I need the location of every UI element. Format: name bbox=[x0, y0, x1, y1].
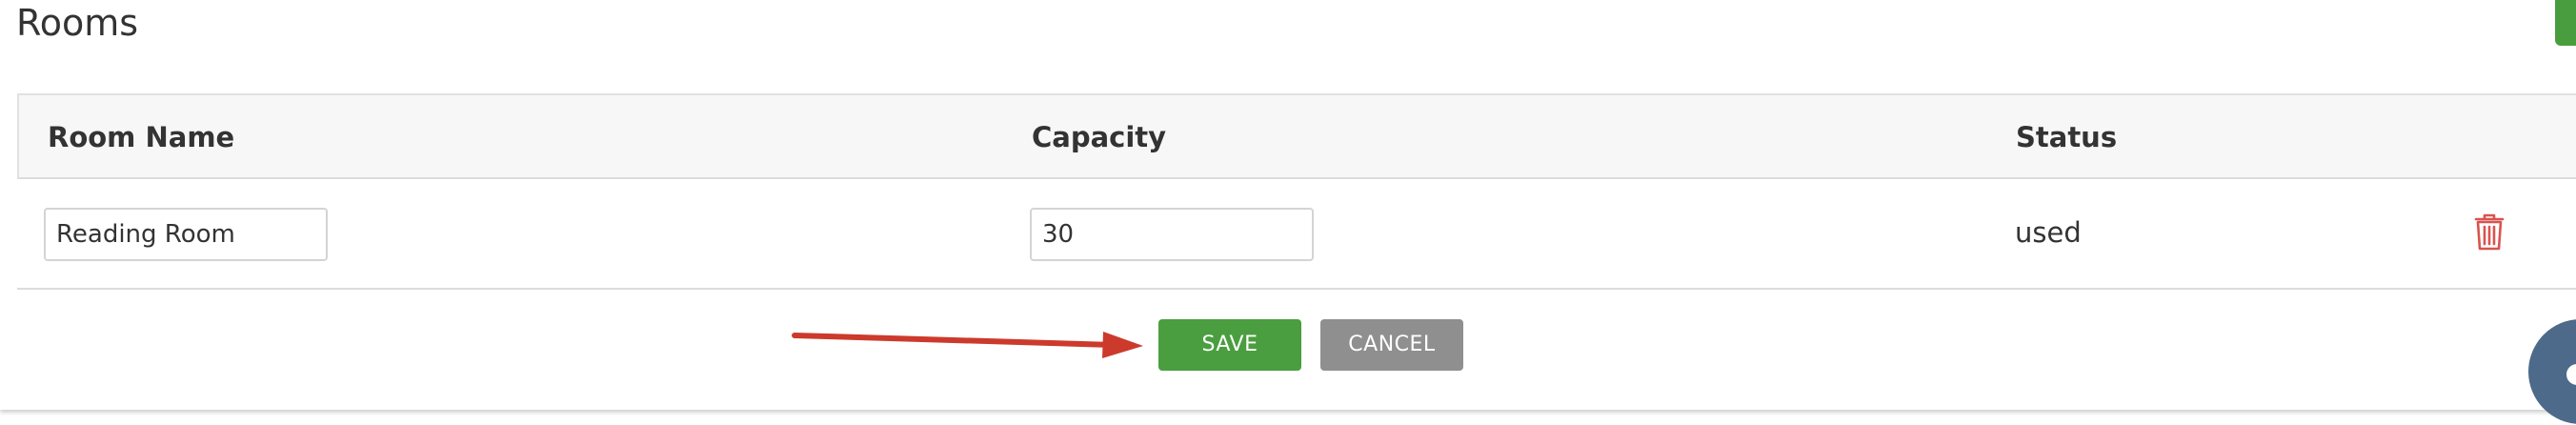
rooms-card: Room Name Capacity Status used SAVE CANC… bbox=[0, 93, 2576, 410]
capacity-input[interactable] bbox=[1030, 208, 1314, 261]
column-header-capacity: Capacity bbox=[1032, 121, 1167, 153]
annotation-arrow bbox=[792, 332, 1143, 358]
table-row: used bbox=[17, 179, 2576, 290]
add-room-button[interactable] bbox=[2555, 0, 2576, 46]
trash-icon bbox=[2474, 213, 2505, 251]
column-header-room-name: Room Name bbox=[48, 121, 235, 153]
status-value: used bbox=[2015, 216, 2082, 249]
room-name-input[interactable] bbox=[44, 208, 328, 261]
column-header-status: Status bbox=[2016, 121, 2118, 153]
delete-row-button[interactable] bbox=[2473, 213, 2506, 252]
save-button[interactable]: SAVE bbox=[1158, 319, 1301, 371]
cancel-button[interactable]: CANCEL bbox=[1320, 319, 1463, 371]
table-header: Room Name Capacity Status bbox=[17, 93, 2576, 179]
page-title: Rooms bbox=[16, 2, 139, 44]
